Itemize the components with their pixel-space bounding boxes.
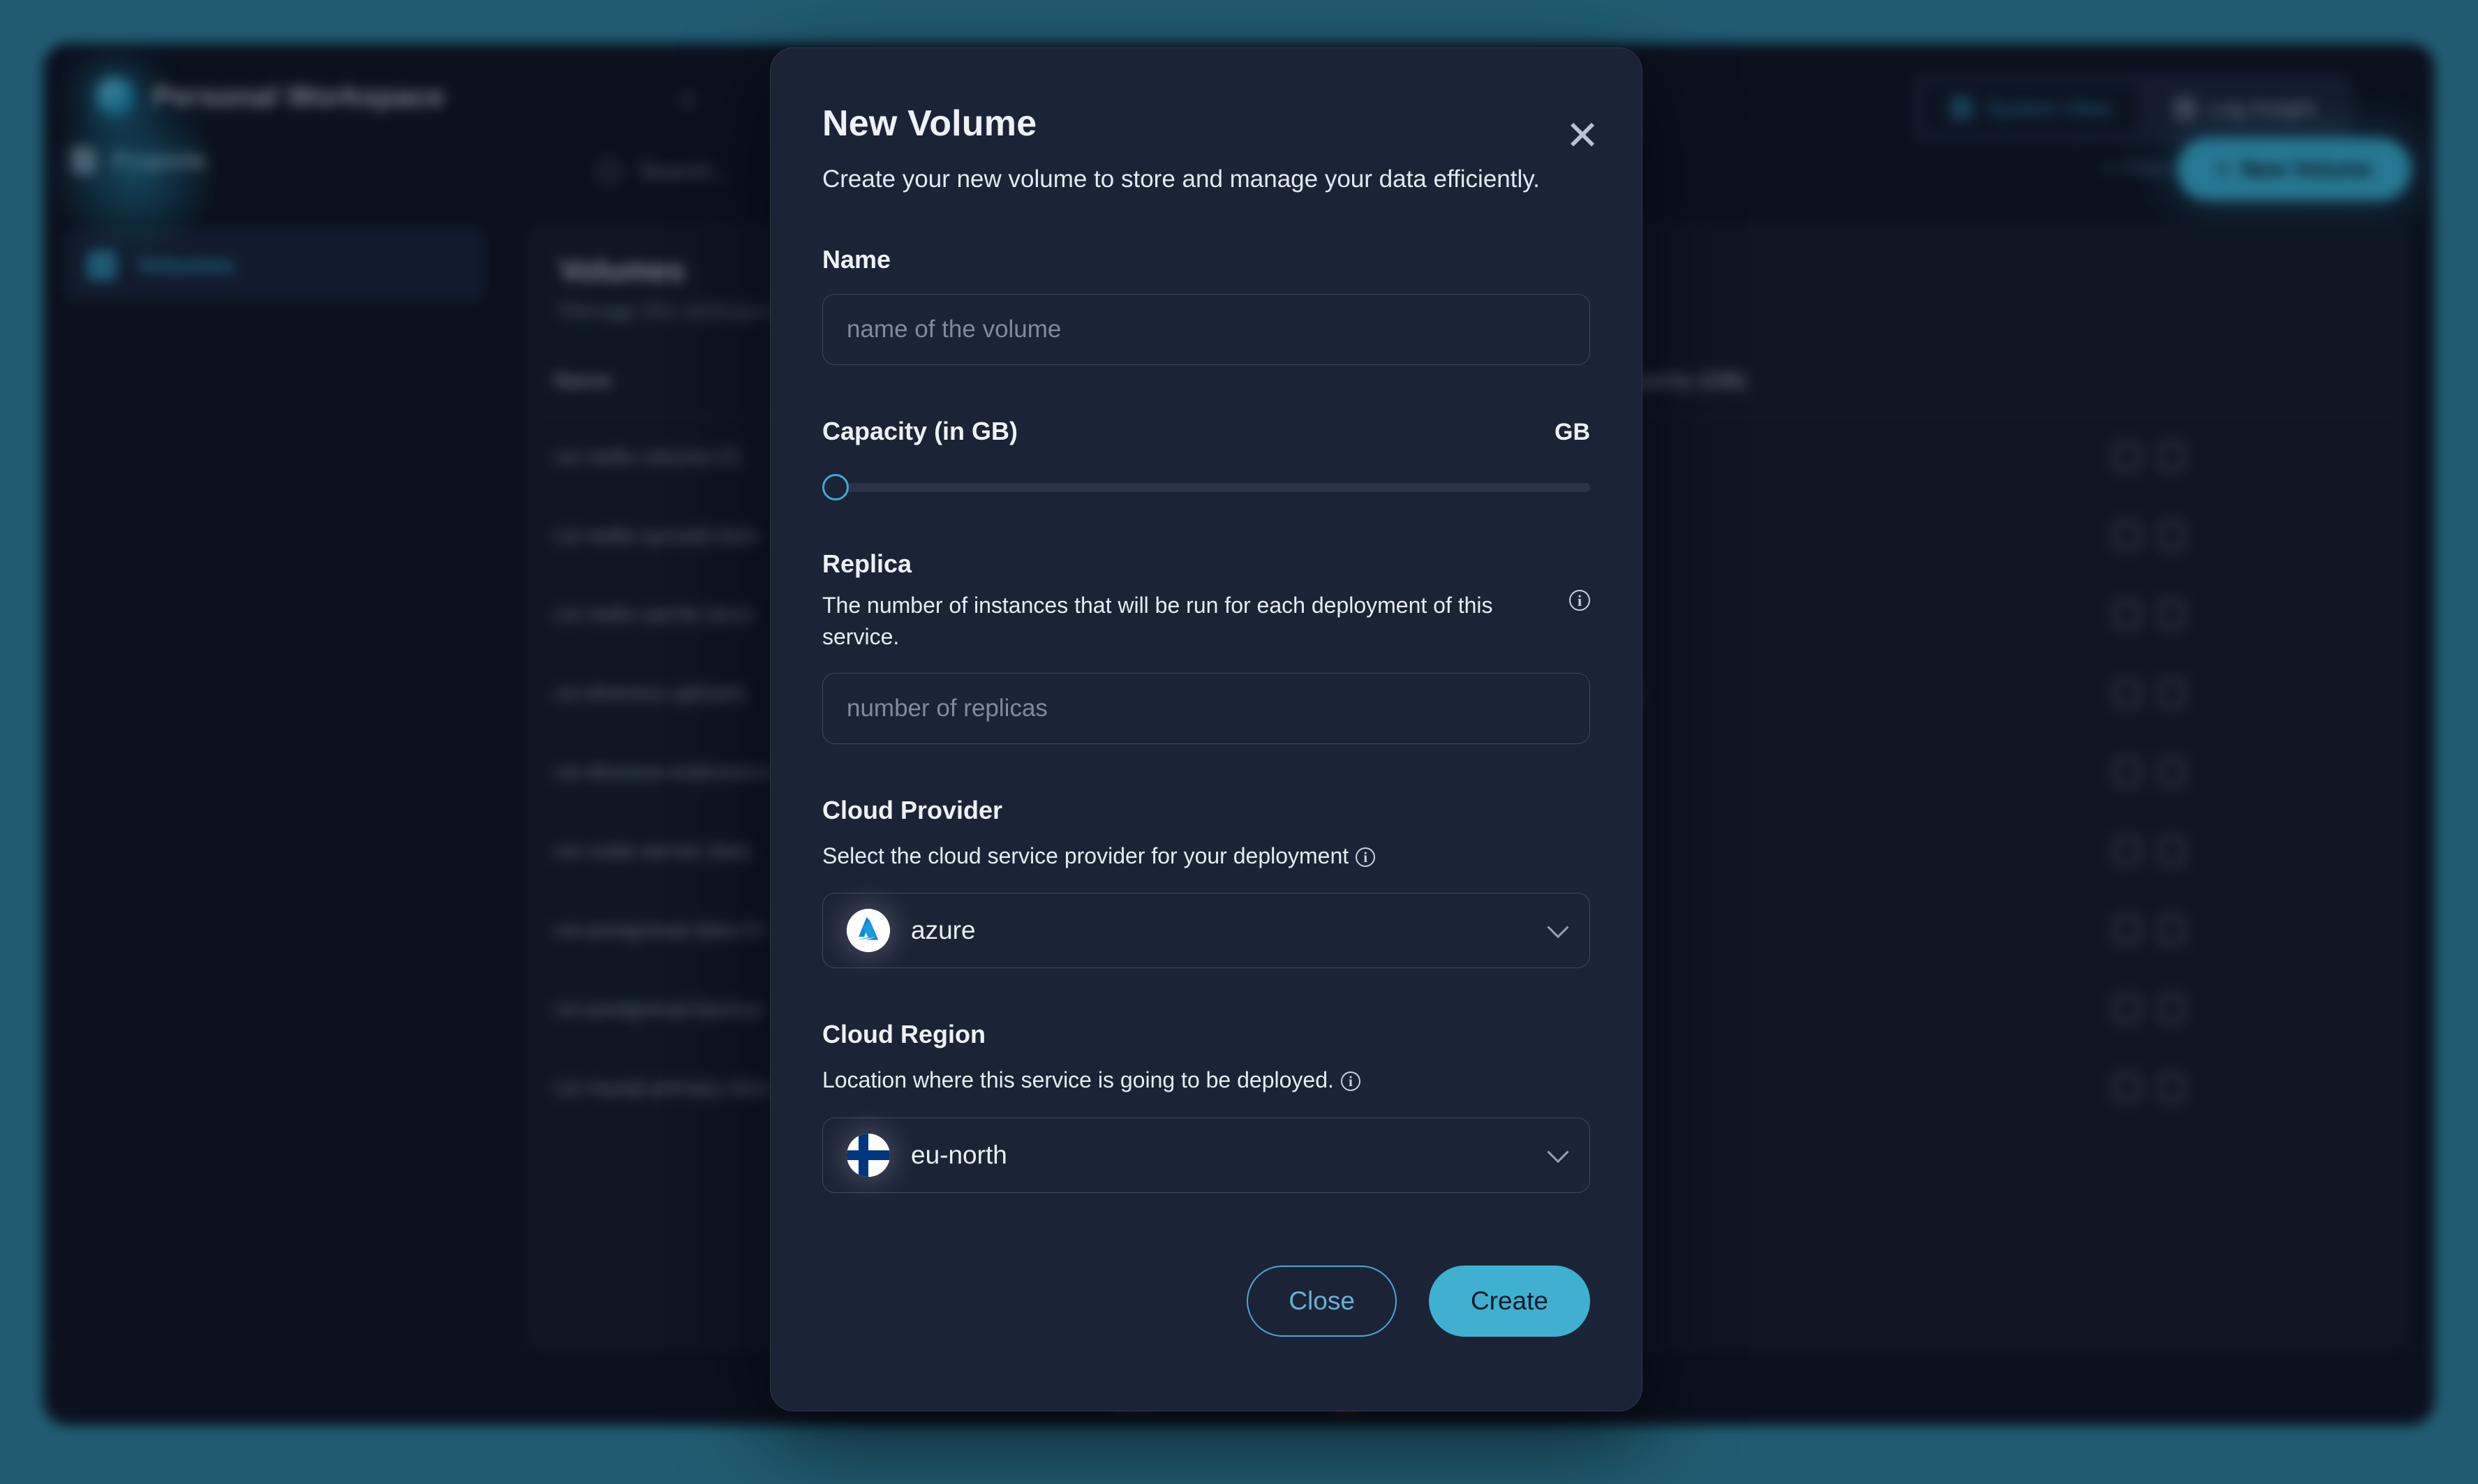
capacity-unit: GB: [1555, 419, 1590, 445]
replica-field-group: Replica The number of instances that wil…: [822, 549, 1590, 744]
cloud-provider-select[interactable]: azure: [822, 893, 1590, 969]
name-input-placeholder: name of the volume: [847, 316, 1062, 343]
finland-flag-icon: [847, 1133, 890, 1177]
dialog-subtitle: Create your new volume to store and mana…: [822, 165, 1540, 193]
name-label: Name: [822, 245, 891, 274]
close-button[interactable]: Close: [1247, 1266, 1397, 1337]
dialog-actions: Close Create: [822, 1266, 1590, 1337]
info-icon[interactable]: i: [1340, 1071, 1360, 1092]
replica-input[interactable]: number of replicas: [822, 672, 1590, 744]
info-icon[interactable]: i: [1569, 590, 1590, 611]
azure-logo: [847, 909, 890, 953]
name-input[interactable]: name of the volume: [822, 294, 1590, 365]
cloud-provider-group: Cloud Provider Select the cloud service …: [822, 795, 1590, 969]
cloud-provider-description: Select the cloud service provider for yo…: [822, 843, 1349, 868]
dialog-title: New Volume: [822, 103, 1037, 144]
cloud-region-description: Location where this service is going to …: [822, 1067, 1334, 1093]
cloud-region-select[interactable]: eu-north: [822, 1117, 1590, 1193]
cloud-region-value: eu-north: [911, 1140, 1007, 1169]
capacity-label: Capacity (in GB): [822, 417, 1018, 445]
replica-input-placeholder: number of replicas: [847, 694, 1048, 722]
capacity-slider[interactable]: [822, 474, 1590, 500]
capacity-slider-thumb[interactable]: [822, 474, 849, 500]
replica-description: The number of instances that will be run…: [822, 593, 1493, 650]
capacity-field-group: Capacity (in GB) GB: [822, 417, 1590, 500]
cloud-region-label: Cloud Region: [822, 1020, 986, 1049]
capacity-slider-track: [833, 483, 1590, 492]
chevron-down-icon[interactable]: [1547, 917, 1569, 939]
cloud-provider-value: azure: [911, 916, 976, 945]
close-icon[interactable]: ✕: [1562, 116, 1603, 158]
new-volume-dialog: ✕ New Volume Create your new volume to s…: [770, 47, 1642, 1411]
chevron-down-icon[interactable]: [1547, 1141, 1569, 1163]
info-icon[interactable]: i: [1356, 847, 1376, 867]
replica-label: Replica: [822, 549, 912, 578]
create-button[interactable]: Create: [1428, 1266, 1590, 1337]
cloud-provider-label: Cloud Provider: [822, 795, 1003, 824]
cloud-region-group: Cloud Region Location where this service…: [822, 1020, 1590, 1193]
name-field-group: Name name of the volume: [822, 245, 1590, 365]
